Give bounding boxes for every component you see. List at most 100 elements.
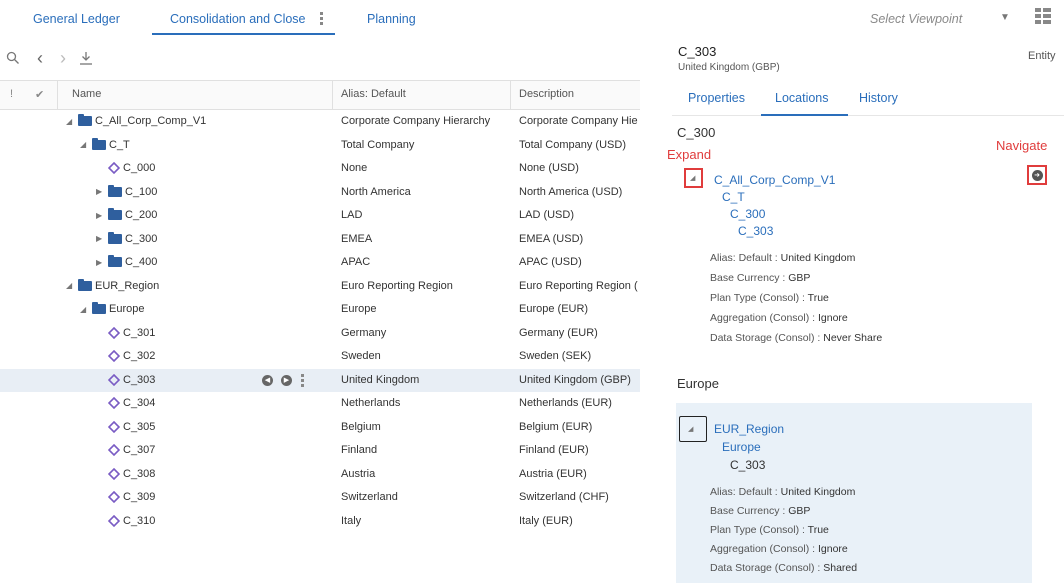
alias-cell: Switzerland <box>341 491 398 503</box>
property-line: Base Currency : GBP <box>710 505 811 517</box>
collapse-icon[interactable]: ◢ <box>80 305 88 314</box>
table-row[interactable]: C_302 Sweden Sweden (SEK) <box>0 345 640 369</box>
table-row[interactable]: C_305 Belgium Belgium (EUR) <box>0 416 640 440</box>
layout-grid-icon[interactable] <box>1035 8 1051 26</box>
alias-cell: Finland <box>341 444 378 456</box>
table-row[interactable]: ◢ C_T Total Company Total Company (USD) <box>0 134 640 158</box>
table-row[interactable]: C_000 None None (USD) <box>0 157 640 181</box>
folder-icon <box>108 231 122 244</box>
member-name: C_400 <box>125 256 158 268</box>
collapse-icon[interactable]: ◢ <box>66 281 74 290</box>
folder-icon <box>108 255 122 267</box>
collapse-icon[interactable]: ◢ <box>80 140 88 149</box>
alias-cell: APAC <box>341 256 371 268</box>
back-icon[interactable]: ‹ <box>32 49 48 67</box>
dimension-label: Entity <box>1028 50 1056 62</box>
table-row[interactable]: ▶ C_100 North America North America (USD) <box>0 181 640 205</box>
location-heading: C_300 <box>677 125 716 140</box>
table-row[interactable]: ▶ C_300 EMEA EMEA (USD) <box>0 228 640 252</box>
row-menu-icon[interactable] <box>300 373 306 388</box>
member-name-cell: ▶ C_200 <box>96 208 157 221</box>
table-row[interactable]: ◢ EUR_Region Euro Reporting Region Euro Rep… <box>0 275 640 299</box>
flag-column-header: ! <box>10 88 14 100</box>
table-row[interactable]: C_304 Netherlands Netherlands (EUR) <box>0 392 640 416</box>
grid-body: ◢ C_All_Corp_Comp_V1 Corporate Company Hie… <box>0 110 640 533</box>
expand-icon[interactable]: ▶ <box>96 211 104 220</box>
table-row[interactable]: ▶ C_200 LAD LAD (USD) <box>0 204 640 228</box>
description-cell: United Kingdom (GBP) <box>519 373 631 386</box>
previous-location-icon[interactable]: ◀ <box>262 375 273 386</box>
tab-menu-icon[interactable] <box>319 12 325 26</box>
location-path-item[interactable]: EUR_Region <box>714 422 784 436</box>
table-row[interactable]: C_307 Finland Finland (EUR) <box>0 439 640 463</box>
search-icon[interactable] <box>5 51 21 67</box>
download-icon[interactable] <box>78 51 94 67</box>
collapse-icon[interactable]: ◢ <box>66 117 74 126</box>
property-line: Plan Type (Consol) : True <box>710 524 829 536</box>
table-row[interactable]: ◢ C_All_Corp_Comp_V1 Corporate Company Hie… <box>0 110 640 134</box>
description-cell: Switzerland (CHF) <box>519 491 609 503</box>
expand-triangle-icon: ◢ <box>690 175 696 182</box>
member-icon <box>107 396 121 410</box>
expand-icon[interactable]: ▶ <box>96 234 104 243</box>
location-path-item[interactable]: C_T <box>722 190 745 204</box>
member-name-cell: ▶ C_400 <box>96 255 158 268</box>
select-column-header[interactable]: ✔ <box>35 88 44 101</box>
alias-cell: Total Company <box>341 138 415 151</box>
member-name-cell: C_308 <box>107 467 155 480</box>
panel-tab-divider <box>672 115 1064 116</box>
table-row[interactable]: ◢ Europe Europe Europe (EUR) <box>0 298 640 322</box>
table-row[interactable]: C_308 Austria Austria (EUR) <box>0 463 640 487</box>
active-tab-indicator <box>152 33 335 35</box>
alias-column-header[interactable]: Alias: Default <box>341 88 406 100</box>
folder-icon <box>78 278 92 291</box>
table-row[interactable]: C_310 Italy Italy (EUR) <box>0 510 640 534</box>
tab-general-ledger[interactable]: General Ledger <box>33 12 120 26</box>
table-row[interactable]: C_303 ◀ ▶ United Kingdom United Kingdom (GBP… <box>0 368 640 392</box>
location-path-item[interactable]: Europe <box>722 440 761 454</box>
alias-cell: Austria <box>341 467 376 480</box>
name-column-header[interactable]: Name <box>72 88 101 100</box>
description-cell: Netherlands (EUR) <box>519 397 612 409</box>
tab-history[interactable]: History <box>859 91 898 105</box>
table-row[interactable]: C_301 Germany Germany (EUR) <box>0 322 640 346</box>
expand-icon[interactable]: ▶ <box>96 187 104 196</box>
alias-cell: North America <box>341 185 411 198</box>
property-line: Aggregation (Consol) : Ignore <box>710 543 848 555</box>
next-location-icon[interactable]: ▶ <box>281 375 292 386</box>
alias-cell: Corporate Company Hierarchy <box>341 115 491 127</box>
tab-properties[interactable]: Properties <box>688 91 745 105</box>
navigate-button[interactable]: ➜ <box>1027 165 1047 185</box>
expand-annotation: Expand <box>667 147 712 162</box>
member-icon <box>107 420 121 433</box>
expand-icon[interactable]: ▶ <box>96 258 104 267</box>
table-row[interactable]: C_309 Switzerland Switzerland (CHF) <box>0 486 640 510</box>
expand-button[interactable]: ◢ <box>679 416 707 442</box>
chevron-down-icon[interactable]: ▼ <box>1000 12 1010 23</box>
description-cell: Sweden (SEK) <box>519 350 592 362</box>
member-name-cell: ▶ C_300 <box>96 231 157 245</box>
expand-triangle-icon: ◢ <box>688 426 694 433</box>
member-name: C_307 <box>123 444 156 456</box>
alias-cell: Belgium <box>341 420 381 433</box>
location-path-item[interactable]: C_300 <box>730 207 765 221</box>
description-cell: North America (USD) <box>519 185 623 198</box>
member-name: C_303 <box>123 373 156 386</box>
viewpoint-select[interactable]: Select Viewpoint <box>870 12 962 26</box>
expand-button[interactable]: ◢ <box>684 168 703 188</box>
tab-locations[interactable]: Locations <box>775 91 829 105</box>
folder-icon <box>108 184 122 197</box>
member-icon <box>107 326 121 339</box>
member-name: C_302 <box>123 350 156 362</box>
location-path-item[interactable]: C_All_Corp_Comp_V1 <box>714 173 835 187</box>
alias-cell: Germany <box>341 326 387 339</box>
tab-consolidation-and-close[interactable]: Consolidation and Close <box>170 12 306 26</box>
forward-icon[interactable]: › <box>55 49 71 67</box>
description-cell: EMEA (USD) <box>519 232 584 245</box>
description-column-header[interactable]: Description <box>519 88 574 100</box>
location-path-item[interactable]: C_303 <box>738 224 773 238</box>
description-cell: Finland (EUR) <box>519 444 589 456</box>
tab-planning[interactable]: Planning <box>367 12 416 26</box>
table-row[interactable]: ▶ C_400 APAC APAC (USD) <box>0 251 640 275</box>
member-name: C_310 <box>123 514 156 527</box>
